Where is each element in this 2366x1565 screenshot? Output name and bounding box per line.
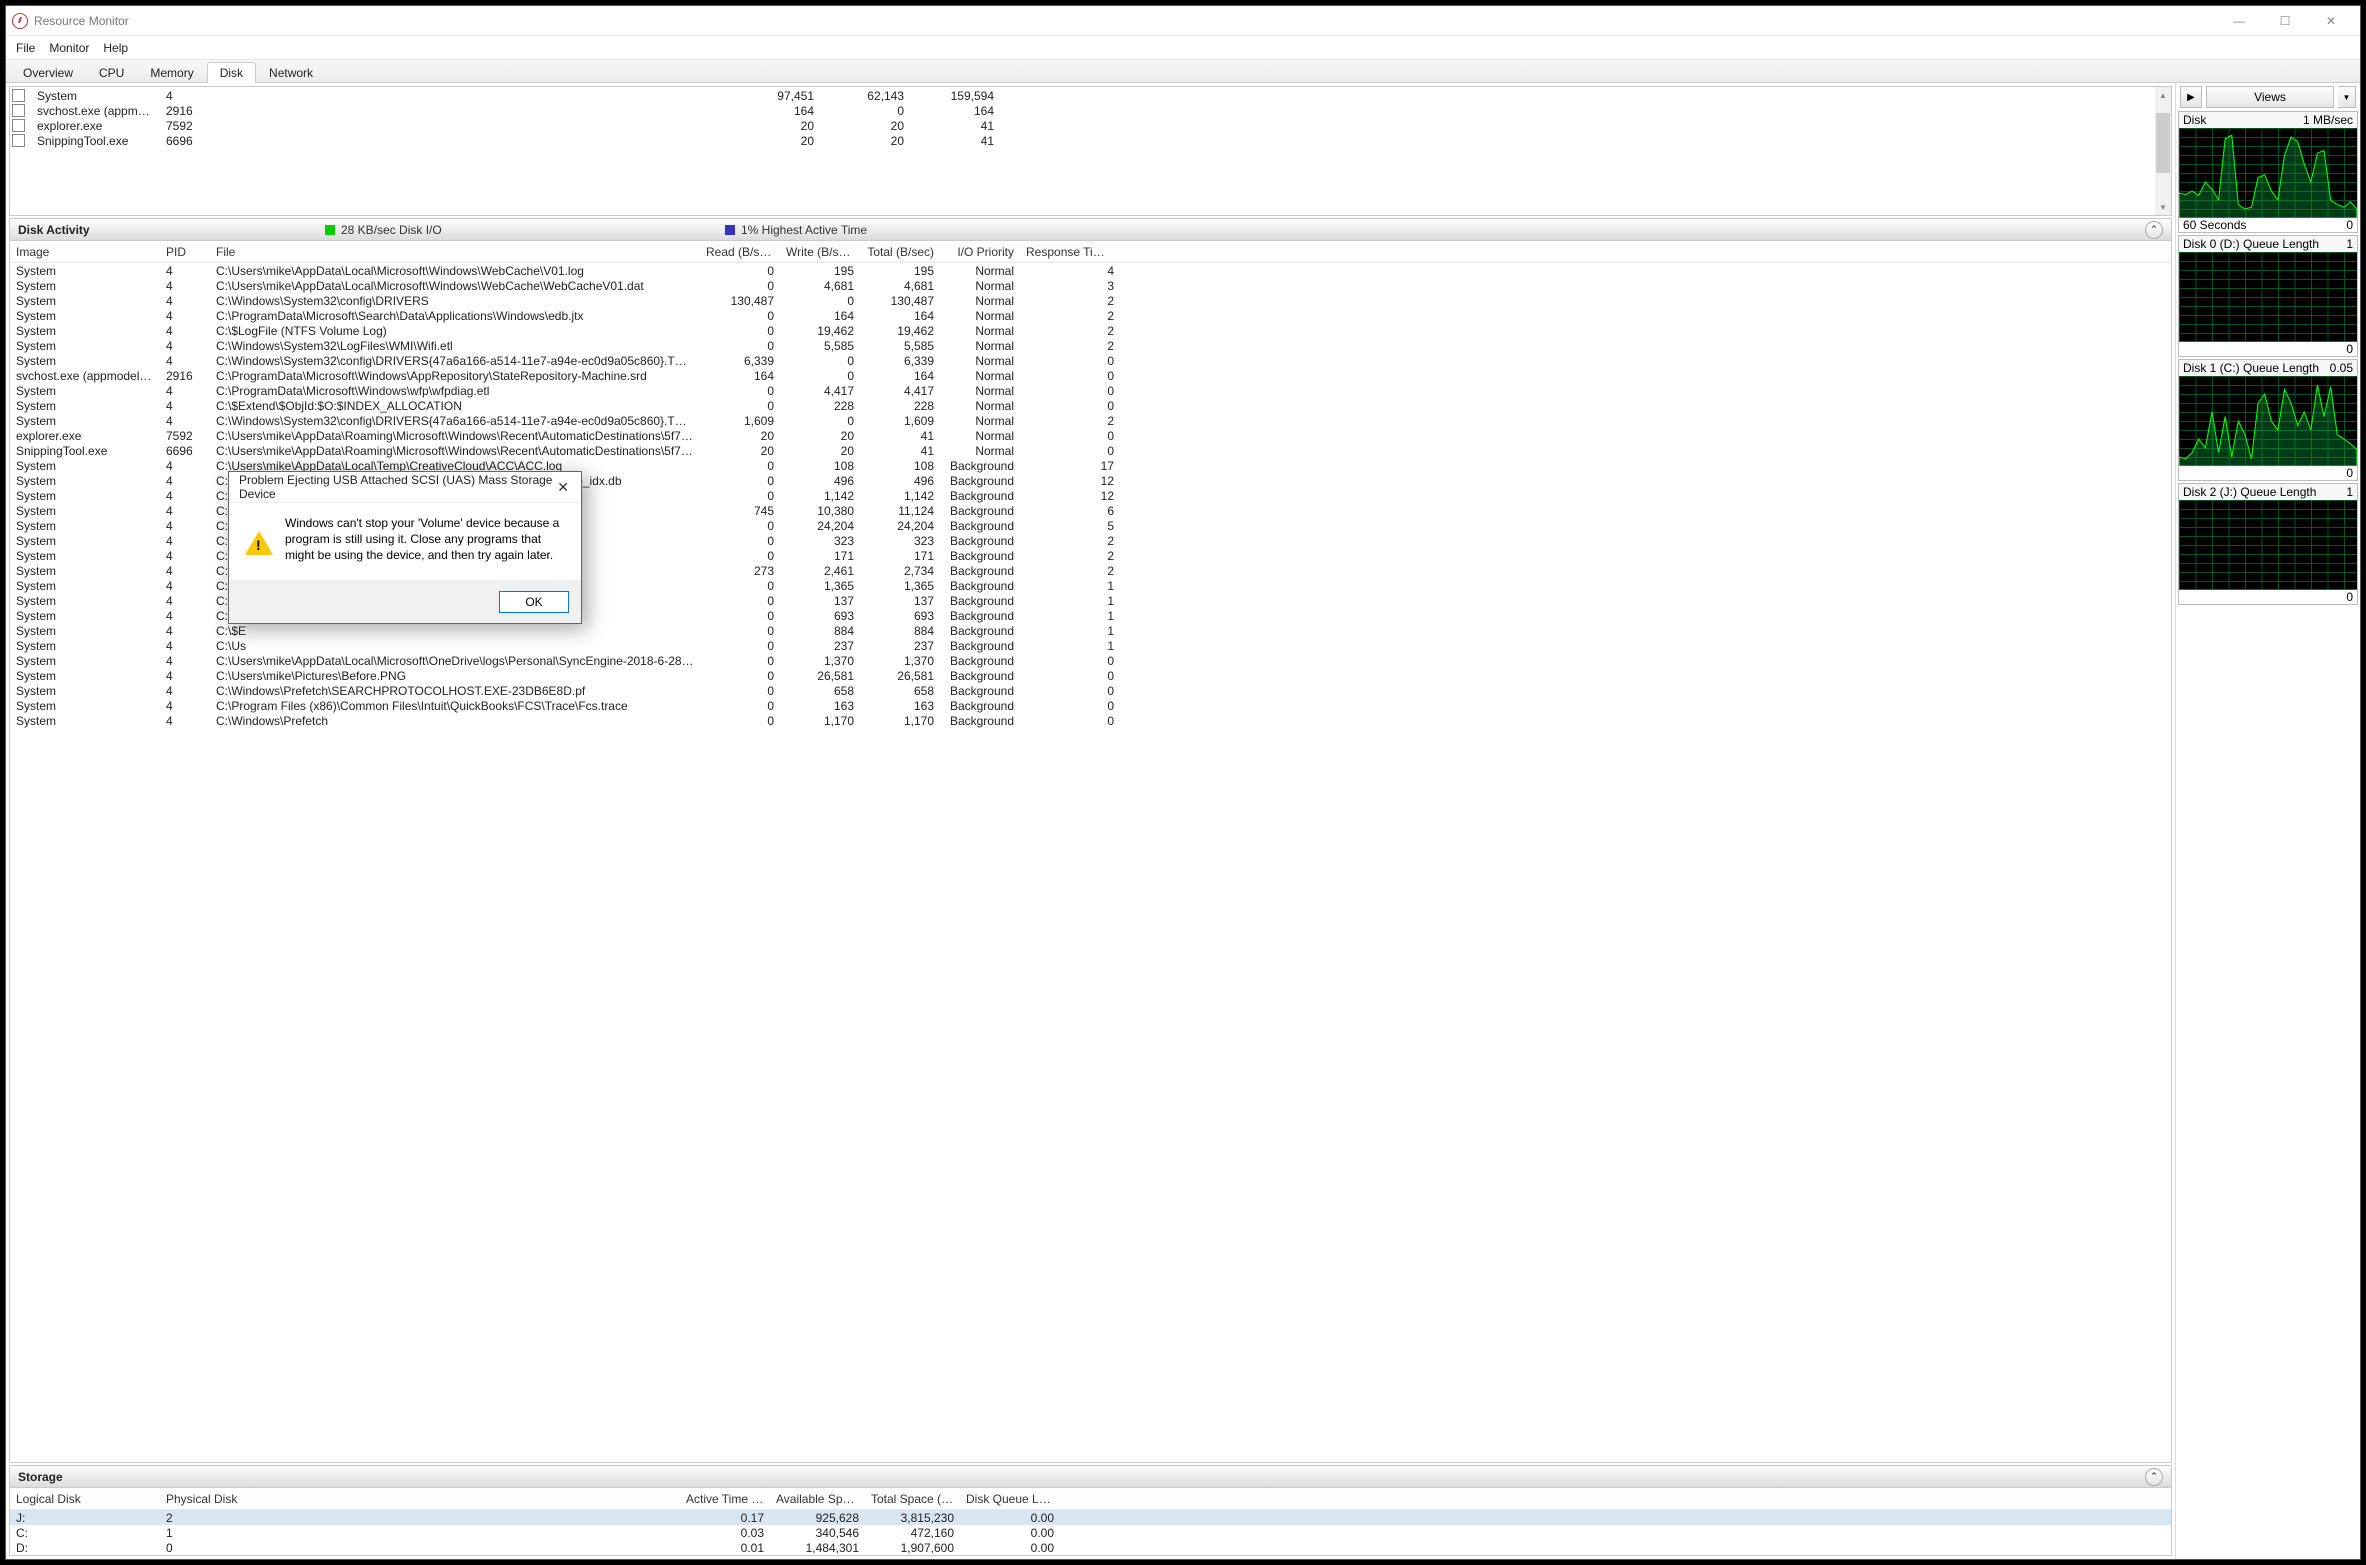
column-header[interactable]: Available Space (… [770,1492,865,1506]
table-row[interactable]: J:20.17925,6283,815,2300.00 [10,1510,2171,1525]
column-header[interactable]: Write (B/sec) [780,245,860,259]
dialog-close-button[interactable]: ✕ [555,479,571,496]
table-row[interactable]: System4C:\Windows\System32\config\DRIVER… [10,293,2171,308]
chart: Disk 1 (C:) Queue Length0.050 [2178,359,2358,481]
app-icon [12,13,28,29]
column-header[interactable]: Total Space (MB) [865,1492,960,1506]
menu-file[interactable]: File [16,41,35,55]
menu-monitor[interactable]: Monitor [49,41,89,55]
ok-button[interactable]: OK [499,591,569,613]
table-row[interactable]: System4C:\$Extend\$ObjId:$O:$INDEX_ALLOC… [10,398,2171,413]
menu-help[interactable]: Help [103,41,128,55]
charts-sidebar: ▶ Views ▼ Disk1 MB/sec60 Seconds0Disk 0 … [2175,83,2360,1559]
column-header[interactable]: I/O Priority [940,245,1020,259]
table-row[interactable]: System4C:\Windows\System32\config\DRIVER… [10,413,2171,428]
views-button[interactable]: Views [2206,86,2334,108]
chart: Disk 0 (D:) Queue Length10 [2178,235,2358,357]
table-row[interactable]: System4C:\Windows\System32\LogFiles\WMI\… [10,338,2171,353]
warning-icon [245,517,273,555]
tab-network[interactable]: Network [256,62,326,83]
disk-activity-panel: Disk Activity 28 KB/sec Disk I/O 1% High… [9,218,2172,1463]
table-row[interactable]: explorer.exe7592C:\Users\mike\AppData\Ro… [10,428,2171,443]
table-row[interactable]: D:00.011,484,3011,907,6000.00 [10,1540,2171,1555]
panel-title: Storage [18,1470,63,1484]
table-row[interactable]: svchost.exe (appmodel -p)29161640164 [10,103,2155,118]
row-checkbox[interactable] [12,89,25,102]
panel-title: Disk Activity [18,223,90,237]
table-row[interactable]: System4C:\Program Files (x86)\Common Fil… [10,698,2171,713]
table-row[interactable]: System4C:\$E0884884Background1 [10,623,2171,638]
table-row[interactable]: System4C:\Users\mike\AppData\Local\Micro… [10,278,2171,293]
collapse-sidebar-button[interactable]: ▶ [2180,86,2202,108]
dialog-title: Problem Ejecting USB Attached SCSI (UAS)… [239,473,555,501]
titlebar[interactable]: Resource Monitor — ☐ ✕ [6,6,2360,36]
processes-panel: System497,45162,143159,594svchost.exe (a… [9,86,2172,216]
dialog-message: Windows can't stop your 'Volume' device … [285,515,565,564]
row-checkbox[interactable] [12,134,25,147]
tabbar: Overview CPU Memory Disk Network [6,60,2360,83]
table-row[interactable]: System497,45162,143159,594 [10,88,2155,103]
table-row[interactable]: SnippingTool.exe6696202041 [10,133,2155,148]
table-row[interactable]: System4C:\Windows\Prefetch\SEARCHPROTOCO… [10,683,2171,698]
column-header[interactable]: Total (B/sec) [860,245,940,259]
tab-cpu[interactable]: CPU [86,62,137,83]
column-header[interactable]: Physical Disk [160,1492,680,1506]
table-row[interactable]: System4C:\ProgramData\Microsoft\Search\D… [10,308,2171,323]
table-row[interactable]: System4C:\ProgramData\Microsoft\Windows\… [10,383,2171,398]
tab-overview[interactable]: Overview [10,62,86,83]
tab-disk[interactable]: Disk [207,62,256,83]
chart: Disk 2 (J:) Queue Length10 [2178,483,2358,605]
table-row[interactable]: System4C:\Users\mike\Pictures\Before.PNG… [10,668,2171,683]
table-row[interactable]: SnippingTool.exe6696C:\Users\mike\AppDat… [10,443,2171,458]
eject-error-dialog: Problem Ejecting USB Attached SCSI (UAS)… [228,471,582,624]
maximize-button[interactable]: ☐ [2262,6,2308,35]
column-header[interactable]: Logical Disk [10,1492,160,1506]
scrollbar[interactable]: ▲▼ [2155,87,2171,215]
collapse-button[interactable]: ⌃ [2145,1468,2163,1486]
column-header[interactable]: Read (B/sec) [700,245,780,259]
views-dropdown[interactable]: ▼ [2338,86,2356,108]
column-header[interactable]: Active Time (%) [680,1492,770,1506]
column-header[interactable]: File [210,245,700,259]
table-row[interactable]: explorer.exe7592202041 [10,118,2155,133]
row-checkbox[interactable] [12,104,25,117]
column-header[interactable]: Response Time (… [1020,245,1120,259]
collapse-button[interactable]: ⌃ [2145,221,2163,239]
close-button[interactable]: ✕ [2308,6,2354,35]
chart: Disk1 MB/sec60 Seconds0 [2178,111,2358,233]
row-checkbox[interactable] [12,119,25,132]
menubar: File Monitor Help [6,36,2360,60]
table-row[interactable]: C:10.03340,546472,1600.00 [10,1525,2171,1540]
table-row[interactable]: System4C:\Windows\System32\config\DRIVER… [10,353,2171,368]
table-row[interactable]: System4C:\Windows\Prefetch01,1701,170Bac… [10,713,2171,728]
table-row[interactable]: System4C:\Users\mike\AppData\Local\Micro… [10,653,2171,668]
minimize-button[interactable]: — [2216,6,2262,35]
resource-monitor-window: Resource Monitor — ☐ ✕ File Monitor Help… [5,5,2361,1560]
table-row[interactable]: System4C:\Us0237237Background1 [10,638,2171,653]
column-header[interactable]: Image [10,245,160,259]
table-row[interactable]: svchost.exe (appmodel -p)2916C:\ProgramD… [10,368,2171,383]
column-header[interactable]: Disk Queue Length [960,1492,1060,1506]
storage-panel: Storage ⌃ Logical DiskPhysical DiskActiv… [9,1465,2172,1556]
table-row[interactable]: System4C:\$LogFile (NTFS Volume Log)019,… [10,323,2171,338]
table-row[interactable]: System4C:\Users\mike\AppData\Local\Micro… [10,263,2171,278]
column-header[interactable]: PID [160,245,210,259]
tab-memory[interactable]: Memory [137,62,206,83]
window-title: Resource Monitor [34,14,129,28]
